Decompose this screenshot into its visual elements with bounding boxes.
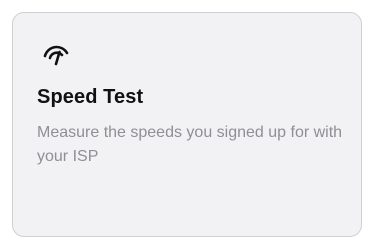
card-description: Measure the speeds you signed up for wit… (37, 124, 343, 165)
card-title: Speed Test (37, 86, 144, 108)
speedometer-icon (43, 45, 69, 66)
speed-test-card[interactable]: Speed Test Measure the speeds you signed… (12, 12, 362, 237)
